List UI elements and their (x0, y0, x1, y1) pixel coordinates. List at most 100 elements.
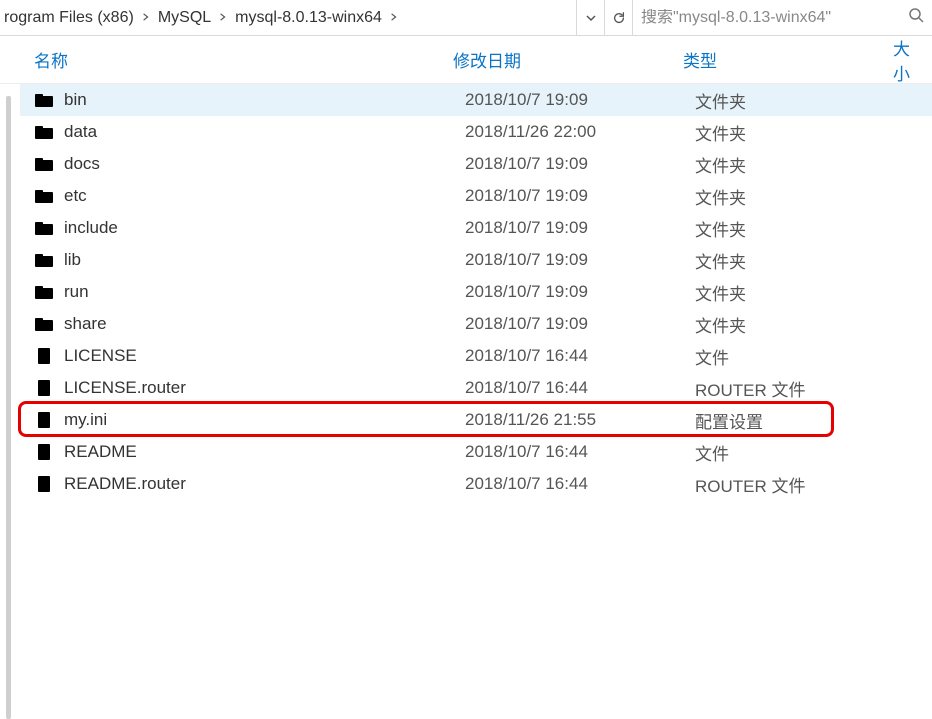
file-name: share (64, 314, 107, 334)
file-name: LICENSE (64, 346, 137, 366)
file-row[interactable]: data 2018/11/26 22:00文件夹 (20, 116, 932, 148)
file-row[interactable]: bin 2018/10/7 19:09文件夹 (20, 84, 932, 116)
address-toolbar: rogram Files (x86) MySQL mysql-8.0.13-wi… (0, 0, 932, 36)
file-name: docs (64, 154, 100, 174)
file-name-cell: share (20, 314, 465, 334)
file-row[interactable]: README.router2018/10/7 16:44ROUTER 文件 (20, 468, 932, 500)
file-row[interactable]: my.ini 2018/11/26 21:55配置设置 (20, 404, 932, 436)
search-input[interactable] (641, 9, 891, 27)
file-row[interactable]: include 2018/10/7 19:09文件夹 (20, 212, 932, 244)
folder-icon (34, 154, 54, 174)
search-box[interactable] (632, 0, 932, 35)
file-name-cell: bin (20, 90, 465, 110)
file-type: 文件夹 (695, 312, 905, 337)
file-type: 文件夹 (695, 88, 905, 113)
file-date: 2018/10/7 19:09 (465, 250, 695, 270)
file-date: 2018/10/7 16:44 (465, 442, 695, 462)
left-scrollbar[interactable] (0, 84, 20, 719)
search-icon[interactable] (908, 7, 924, 28)
file-icon (34, 378, 54, 398)
file-row[interactable]: README 2018/10/7 16:44文件 (20, 436, 932, 468)
file-icon (34, 346, 54, 366)
file-name: bin (64, 90, 87, 110)
breadcrumb-label: MySQL (158, 9, 211, 27)
file-row[interactable]: LICENSE.router 2018/10/7 16:44ROUTER 文件 (20, 372, 932, 404)
file-date: 2018/10/7 19:09 (465, 314, 695, 334)
file-name: my.ini (64, 410, 107, 430)
file-type: 文件夹 (695, 184, 905, 209)
file-name: lib (64, 250, 81, 270)
file-name: data (64, 122, 97, 142)
file-date: 2018/10/7 16:44 (465, 378, 695, 398)
file-type: 文件夹 (695, 248, 905, 273)
file-name-cell: data (20, 122, 465, 142)
file-list: bin2018/10/7 19:09文件夹data2018/11/26 22:0… (20, 84, 932, 719)
column-header-type[interactable]: 类型 (675, 47, 885, 72)
file-icon (34, 442, 54, 462)
file-type: 文件夹 (695, 280, 905, 305)
file-row[interactable]: lib 2018/10/7 19:09文件夹 (20, 244, 932, 276)
folder-icon (34, 90, 54, 110)
address-dropdown-button[interactable] (576, 0, 604, 35)
file-name-cell: include (20, 218, 465, 238)
file-type: 文件夹 (695, 120, 905, 145)
breadcrumb-item[interactable]: mysql-8.0.13-winx64 (233, 9, 384, 27)
file-type: 文件 (695, 344, 905, 369)
settings-file-icon (34, 410, 54, 430)
file-name-cell: README (20, 442, 465, 462)
folder-icon (34, 218, 54, 238)
breadcrumb-label: rogram Files (x86) (4, 9, 134, 27)
column-header-size[interactable]: 大小 (885, 35, 932, 85)
file-name-cell: lib (20, 250, 465, 270)
breadcrumb[interactable]: rogram Files (x86) MySQL mysql-8.0.13-wi… (0, 0, 576, 35)
file-name: README (64, 442, 137, 462)
chevron-right-icon[interactable] (136, 11, 156, 25)
file-date: 2018/11/26 22:00 (465, 122, 695, 142)
file-type: ROUTER 文件 (695, 376, 905, 401)
folder-icon (34, 314, 54, 334)
file-row[interactable]: docs 2018/10/7 19:09文件夹 (20, 148, 932, 180)
file-row[interactable]: share 2018/10/7 19:09文件夹 (20, 308, 932, 340)
file-name-cell: run (20, 282, 465, 302)
file-date: 2018/10/7 19:09 (465, 282, 695, 302)
folder-icon (34, 186, 54, 206)
file-row[interactable]: etc 2018/10/7 19:09文件夹 (20, 180, 932, 212)
file-name-cell: LICENSE.router (20, 378, 465, 398)
file-date: 2018/10/7 19:09 (465, 90, 695, 110)
file-type: 文件夹 (695, 216, 905, 241)
file-date: 2018/10/7 16:44 (465, 346, 695, 366)
file-type: 文件夹 (695, 152, 905, 177)
breadcrumb-label: mysql-8.0.13-winx64 (235, 9, 382, 27)
file-name: run (64, 282, 89, 302)
file-date: 2018/10/7 19:09 (465, 154, 695, 174)
breadcrumb-item[interactable]: MySQL (156, 9, 213, 27)
file-name-cell: my.ini (20, 410, 465, 430)
folder-icon (34, 282, 54, 302)
folder-icon (34, 122, 54, 142)
folder-icon (34, 250, 54, 270)
column-header-date[interactable]: 修改日期 (445, 47, 675, 72)
breadcrumb-item[interactable]: rogram Files (x86) (2, 9, 136, 27)
file-date: 2018/10/7 19:09 (465, 186, 695, 206)
column-headers: 名称 修改日期 类型 大小 (0, 36, 932, 84)
file-name: LICENSE.router (64, 378, 186, 398)
file-date: 2018/10/7 19:09 (465, 218, 695, 238)
chevron-right-icon[interactable] (213, 11, 233, 25)
file-type: 配置设置 (695, 408, 905, 433)
file-type: ROUTER 文件 (695, 472, 905, 497)
file-type: 文件 (695, 440, 905, 465)
file-name-cell: LICENSE (20, 346, 465, 366)
file-name: include (64, 218, 118, 238)
file-name-cell: README.router (20, 474, 465, 494)
refresh-button[interactable] (604, 0, 632, 35)
file-row[interactable]: LICENSE 2018/10/7 16:44文件 (20, 340, 932, 372)
file-row[interactable]: run 2018/10/7 19:09文件夹 (20, 276, 932, 308)
file-name-cell: docs (20, 154, 465, 174)
file-name: etc (64, 186, 87, 206)
content-area: bin2018/10/7 19:09文件夹data2018/11/26 22:0… (0, 84, 932, 719)
column-header-name[interactable]: 名称 (0, 47, 445, 72)
file-name-cell: etc (20, 186, 465, 206)
chevron-right-icon[interactable] (384, 11, 404, 25)
file-date: 2018/11/26 21:55 (465, 410, 695, 430)
file-name: README.router (64, 474, 186, 494)
